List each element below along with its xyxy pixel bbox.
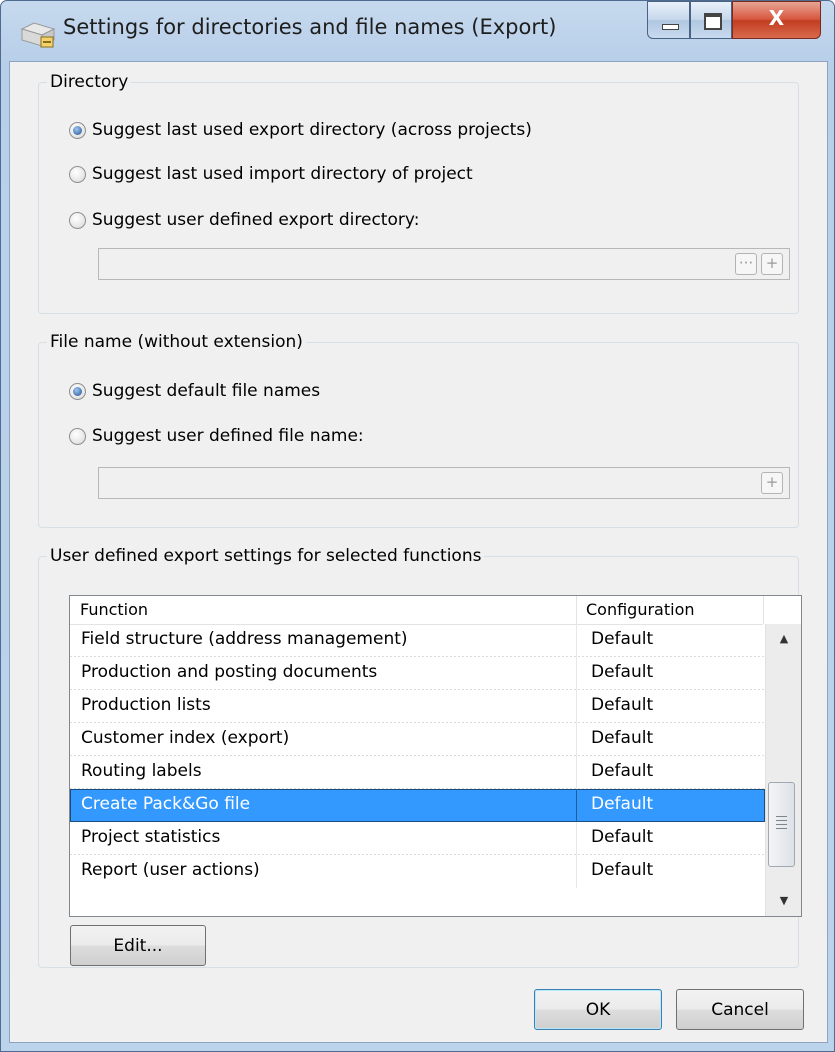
radio-selected-icon (69, 382, 86, 400)
close-icon: X (768, 6, 785, 30)
cancel-button[interactable]: Cancel (676, 989, 804, 1030)
column-header-configuration[interactable]: Configuration (586, 600, 695, 619)
radio-label: Suggest user defined file name: (92, 426, 364, 446)
add-directory-button[interactable]: + (761, 253, 783, 275)
functions-table[interactable]: Function Configuration Field structure (… (69, 595, 802, 917)
table-row[interactable]: Production and posting documents Default (70, 657, 765, 690)
radio-last-import-directory[interactable]: Suggest last used import directory of pr… (69, 162, 473, 186)
table-row[interactable]: Routing labels Default (70, 756, 765, 789)
function-cell: Create Pack&Go file (81, 794, 251, 814)
scroll-down-arrow-icon[interactable]: ▼ (766, 886, 801, 916)
window-title: Settings for directories and file names … (63, 15, 557, 39)
cell-divider (576, 822, 577, 855)
dialog-window: Settings for directories and file names … (0, 0, 835, 1052)
radio-unselected-icon (69, 211, 86, 229)
radio-unselected-icon (69, 165, 86, 183)
maximize-icon (704, 13, 722, 30)
export-settings-legend: User defined export settings for selecte… (50, 546, 482, 566)
browse-button[interactable]: ··· (735, 253, 757, 275)
function-cell: Production and posting documents (81, 662, 378, 682)
table-row-selected[interactable]: Create Pack&Go file Default (70, 789, 765, 822)
table-row[interactable]: Project statistics Default (70, 822, 765, 855)
configuration-cell: Default (591, 761, 654, 781)
cell-divider (576, 789, 577, 822)
column-divider[interactable] (576, 596, 577, 624)
cell-divider (576, 756, 577, 789)
table-header: Function Configuration (70, 596, 764, 625)
table-row[interactable]: Report (user actions) Default (70, 855, 765, 888)
column-header-function[interactable]: Function (80, 600, 148, 619)
function-cell: Report (user actions) (81, 860, 260, 880)
grip-icon (776, 816, 787, 830)
radio-user-defined-file-name[interactable]: Suggest user defined file name: (69, 424, 364, 448)
radio-label: Suggest last used export directory (acro… (92, 120, 532, 140)
export-directory-input[interactable]: ··· + (98, 248, 790, 280)
configuration-cell: Default (591, 794, 654, 814)
function-cell: Project statistics (81, 827, 221, 847)
function-cell: Routing labels (81, 761, 202, 781)
dialog-client-area: Directory Suggest last used export direc… (9, 61, 828, 1043)
close-button[interactable]: X (732, 1, 821, 39)
radio-label: Suggest default file names (92, 381, 321, 401)
cell-divider (576, 855, 577, 888)
cell-divider (576, 690, 577, 723)
radio-user-defined-directory[interactable]: Suggest user defined export directory: (69, 208, 419, 232)
configuration-cell: Default (591, 695, 654, 715)
ok-button[interactable]: OK (534, 989, 662, 1030)
configuration-cell: Default (591, 728, 654, 748)
configuration-cell: Default (591, 860, 654, 880)
cell-divider (576, 723, 577, 756)
add-file-name-button[interactable]: + (761, 472, 783, 494)
radio-default-file-names[interactable]: Suggest default file names (69, 379, 320, 403)
scrollbar-thumb[interactable] (768, 782, 795, 867)
maximize-button[interactable] (690, 1, 732, 39)
file-name-legend: File name (without extension) (50, 332, 303, 352)
cell-divider (576, 657, 577, 690)
scroll-up-arrow-icon[interactable]: ▲ (766, 624, 801, 654)
edit-button[interactable]: Edit... (70, 925, 206, 966)
title-bar[interactable]: Settings for directories and file names … (1, 1, 834, 61)
configuration-cell: Default (591, 662, 654, 682)
file-name-input[interactable]: + (98, 467, 790, 499)
table-row[interactable]: Customer index (export) Default (70, 723, 765, 756)
table-row[interactable]: Field structure (address management) Def… (70, 624, 765, 657)
configuration-cell: Default (591, 827, 654, 847)
radio-last-export-directory[interactable]: Suggest last used export directory (acro… (69, 118, 532, 142)
table-row[interactable]: Production lists Default (70, 690, 765, 723)
function-cell: Customer index (export) (81, 728, 290, 748)
settings-folder-icon (20, 22, 56, 48)
minimize-button[interactable] (647, 1, 690, 39)
column-divider (763, 596, 764, 624)
cell-divider (576, 624, 577, 657)
radio-label: Suggest last used import directory of pr… (92, 164, 473, 184)
radio-selected-icon (69, 121, 86, 139)
function-cell: Production lists (81, 695, 211, 715)
radio-unselected-icon (69, 427, 86, 445)
minimize-icon (662, 24, 679, 30)
directory-legend: Directory (50, 72, 129, 92)
radio-label: Suggest user defined export directory: (92, 210, 420, 230)
function-cell: Field structure (address management) (81, 629, 408, 649)
vertical-scrollbar[interactable]: ▲ ▼ (765, 624, 801, 916)
configuration-cell: Default (591, 629, 654, 649)
